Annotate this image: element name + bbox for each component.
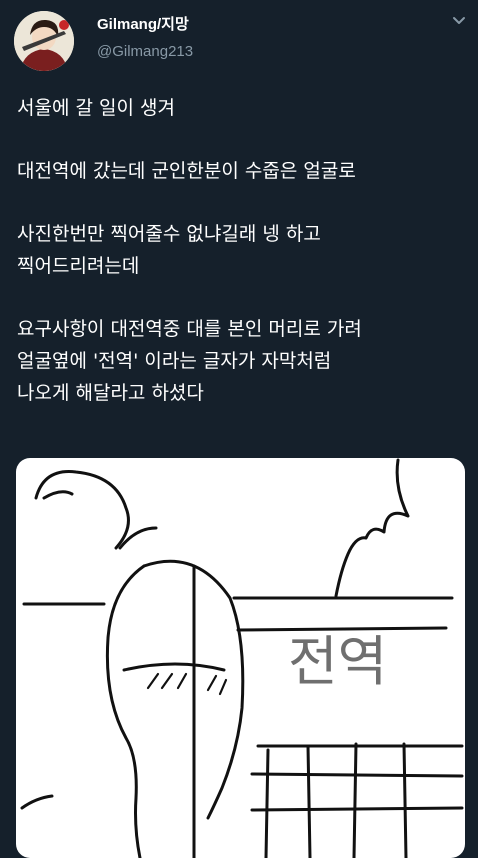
drawing-caption: 전역 <box>288 630 387 693</box>
avatar-image <box>14 11 74 71</box>
tweet-media-image[interactable]: 전역 <box>16 458 465 858</box>
display-name[interactable]: Gilmang/지망 <box>97 13 189 34</box>
tweet-line: 대전역에 갔는데 군인한분이 수줍은 얼굴로 <box>17 160 356 182</box>
tweet-line: 찍어드리려는데 <box>17 255 140 277</box>
sketch-drawing: 전역 <box>20 458 464 858</box>
chevron-down-icon[interactable] <box>449 13 469 29</box>
tweet-line: 얼굴옆에 '전역' 이라는 글자가 자막처럼 <box>17 350 332 372</box>
tweet-line: 사진한번만 찍어줄수 없냐길래 넹 하고 <box>17 223 321 245</box>
tweet-text: 서울에 갈 일이 생겨 대전역에 갔는데 군인한분이 수줍은 얼굴로 사진한번만… <box>17 92 467 409</box>
tweet-line: 서울에 갈 일이 생겨 <box>17 97 175 119</box>
avatar[interactable] <box>14 11 74 71</box>
user-handle[interactable]: @Gilmang213 <box>97 43 193 60</box>
tweet-line: 나오게 해달라고 하셨다 <box>17 382 204 404</box>
tweet-line: 요구사항이 대전역중 대를 본인 머리로 가려 <box>17 318 362 340</box>
tweet-header: Gilmang/지망 @Gilmang213 <box>0 0 478 80</box>
